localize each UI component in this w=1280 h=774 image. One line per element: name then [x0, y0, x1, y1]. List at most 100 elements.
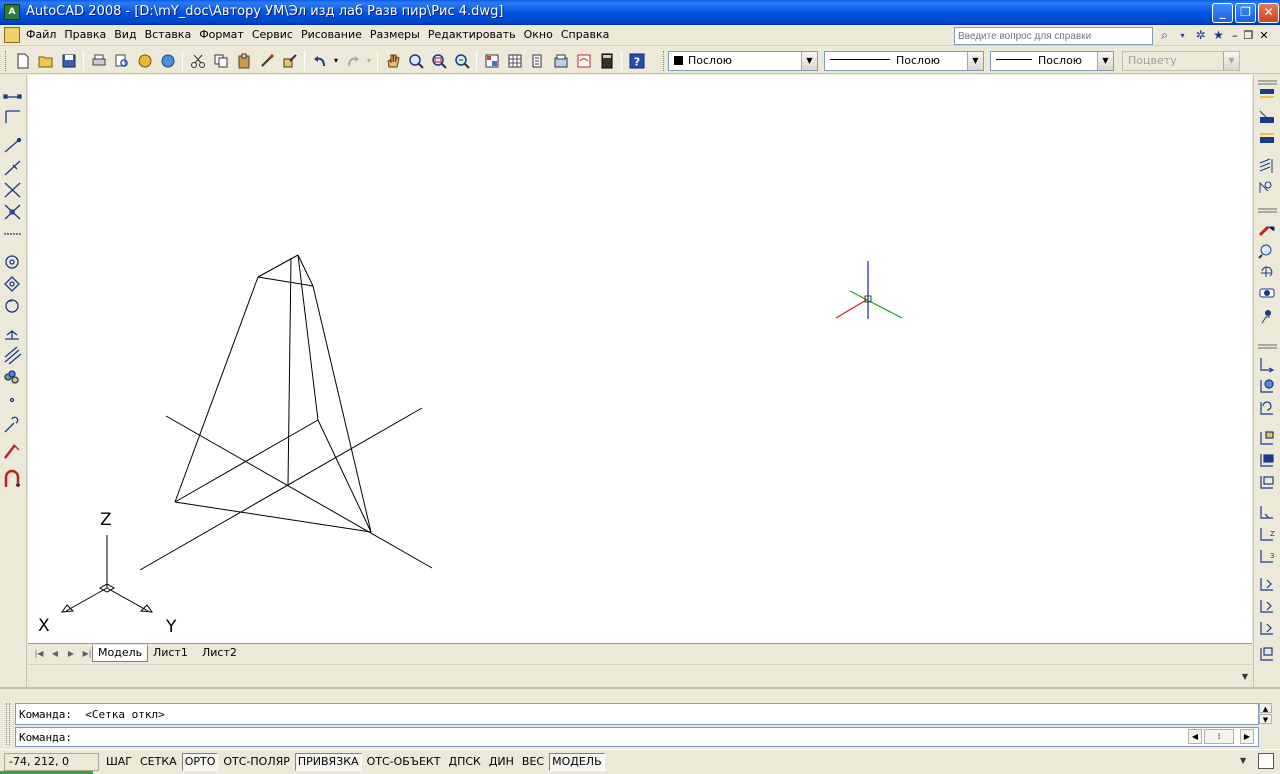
chevron-down-icon[interactable]: ▼ — [801, 52, 817, 70]
tab-layout2[interactable]: Лист2 — [197, 645, 242, 662]
plot-preview-button[interactable] — [110, 50, 133, 72]
zoom-previous-button[interactable] — [450, 50, 473, 72]
close-button[interactable]: ✕ — [1258, 3, 1279, 23]
polar-tracking-toggle[interactable]: ОТС-ПОЛЯР — [220, 753, 293, 771]
scroll-thumb[interactable]: ⁞ — [1204, 729, 1234, 744]
chevron-down-icon[interactable]: ▼ — [1240, 756, 1246, 765]
orbit-icon[interactable] — [1261, 266, 1273, 277]
hatch-icon[interactable] — [9, 397, 15, 403]
dim-style-icon[interactable] — [1259, 181, 1272, 193]
lineweight-toggle[interactable]: ВЕС — [519, 753, 547, 771]
tab-model[interactable]: Модель — [92, 645, 149, 662]
scroll-up-icon[interactable]: ▲ — [1259, 703, 1272, 713]
undo-button[interactable] — [308, 50, 331, 72]
doc-minimize-button[interactable]: – — [1232, 29, 1238, 42]
properties-button[interactable] — [480, 50, 503, 72]
cut-button[interactable] — [186, 50, 209, 72]
properties-toolbar-grip[interactable] — [663, 51, 666, 71]
text-style-icon[interactable] — [1259, 158, 1273, 173]
plot-button[interactable] — [87, 50, 110, 72]
object-snap-tracking-toggle[interactable]: ОТС-ОБЪЕКТ — [364, 753, 444, 771]
linetype-control-select[interactable]: Послою ▼ — [824, 51, 984, 71]
autocad-app-icon[interactable]: A — [4, 4, 20, 20]
markup-set-manager-button[interactable] — [572, 50, 595, 72]
object-snap-toggle[interactable]: ПРИВЯЗКА — [294, 753, 362, 771]
doc-restore-button[interactable]: ❐ — [1244, 29, 1254, 42]
layer-properties-icon[interactable] — [1260, 89, 1274, 98]
search-icon[interactable]: ⌕ — [1157, 28, 1172, 43]
3d-dwf-button[interactable] — [156, 50, 179, 72]
sheet-set-manager-button[interactable] — [549, 50, 572, 72]
match-properties-button[interactable] — [255, 50, 278, 72]
help-button[interactable]: ? — [625, 50, 648, 72]
ucs-origin-icon[interactable] — [1260, 506, 1273, 519]
undo-dropdown[interactable]: ▾ — [331, 50, 341, 72]
make-block-icon[interactable] — [4, 346, 22, 365]
design-center-button[interactable] — [503, 50, 526, 72]
next-tab-icon[interactable]: ▶ — [64, 647, 78, 660]
clean-screen-icon[interactable] — [1258, 753, 1274, 769]
menu-dimension[interactable]: Размеры — [370, 28, 425, 42]
multiline-text-icon[interactable] — [4, 469, 20, 487]
menu-window[interactable]: Окно — [524, 28, 558, 42]
drawing-area[interactable]: Z X Y — [28, 75, 1252, 643]
help-search-input[interactable] — [954, 27, 1153, 45]
scroll-left-icon[interactable]: ◀ — [1188, 729, 1202, 744]
ortho-toggle[interactable]: ОРТО — [181, 753, 219, 771]
ucs-previous-icon[interactable] — [1260, 401, 1273, 415]
quickcalc-button[interactable] — [595, 50, 618, 72]
menu-help[interactable]: Справка — [561, 28, 614, 42]
ucs-y-icon[interactable] — [1260, 600, 1273, 613]
rectangle-icon[interactable] — [4, 182, 21, 198]
menu-tools[interactable]: Сервис — [252, 28, 298, 42]
snap-toggle[interactable]: ШАГ — [103, 753, 135, 771]
apply-ucs-icon[interactable] — [1260, 647, 1273, 661]
drawing-horizontal-scroll[interactable] — [28, 664, 1252, 686]
model-space-canvas[interactable]: Z X Y — [28, 75, 1252, 643]
insert-block-icon[interactable] — [5, 330, 19, 340]
doc-close-button[interactable]: ✕ — [1259, 29, 1268, 42]
line-icon[interactable] — [3, 94, 22, 99]
lineweight-control-select[interactable]: Послою ▼ — [990, 51, 1114, 71]
ucs-z-icon[interactable] — [1260, 622, 1273, 635]
move-icon[interactable] — [1258, 225, 1275, 237]
menu-draw[interactable]: Рисование — [301, 28, 367, 42]
redo-dropdown[interactable]: ▾ — [364, 50, 374, 72]
command-input[interactable]: Команда: — [15, 727, 1259, 747]
layer-previous-icon[interactable] — [1259, 110, 1274, 123]
ucs-icon[interactable] — [1260, 358, 1275, 373]
camera-icon[interactable] — [1259, 288, 1275, 298]
gradient-icon[interactable] — [4, 416, 19, 433]
menu-view[interactable]: Вид — [114, 28, 141, 42]
document-icon[interactable] — [4, 27, 20, 43]
chevron-down-icon[interactable]: ▼ — [1097, 52, 1113, 70]
zoom-realtime-button[interactable] — [404, 50, 427, 72]
copy-button[interactable] — [209, 50, 232, 72]
dynamic-input-toggle[interactable]: ДИН — [486, 753, 517, 771]
first-tab-icon[interactable]: |◀ — [32, 647, 46, 660]
new-button[interactable] — [11, 50, 34, 72]
toolbar-grip[interactable] — [5, 50, 8, 71]
publish-button[interactable] — [133, 50, 156, 72]
coordinate-display[interactable]: -74, 212, 0 — [4, 753, 99, 771]
restore-button[interactable]: ❐ — [1235, 3, 1256, 23]
ucs-3point-icon[interactable]: 3 — [1260, 550, 1274, 563]
construction-line-icon[interactable] — [5, 110, 20, 123]
revision-cloud-icon[interactable] — [5, 255, 19, 269]
point-icon[interactable] — [4, 370, 19, 384]
ucs-view-icon[interactable] — [1260, 476, 1274, 489]
tool-palettes-button[interactable] — [526, 50, 549, 72]
grid-toggle[interactable]: СЕТКА — [137, 753, 180, 771]
zoom-icon[interactable] — [1258, 244, 1272, 259]
favorites-star-icon[interactable]: ★ — [1211, 28, 1226, 43]
ellipse-icon[interactable] — [5, 299, 19, 313]
ucs-face-icon[interactable] — [1260, 431, 1274, 445]
redo-button[interactable] — [341, 50, 364, 72]
spline-icon[interactable] — [4, 276, 20, 292]
ucs-z-axis-icon[interactable]: Z — [1260, 528, 1275, 541]
layer-states-icon[interactable] — [1260, 133, 1274, 143]
polygon-icon[interactable] — [4, 160, 21, 176]
color-control-select[interactable]: Послою ▼ — [668, 51, 818, 71]
walk-icon[interactable] — [1261, 310, 1271, 324]
menu-format[interactable]: Формат — [199, 28, 249, 42]
